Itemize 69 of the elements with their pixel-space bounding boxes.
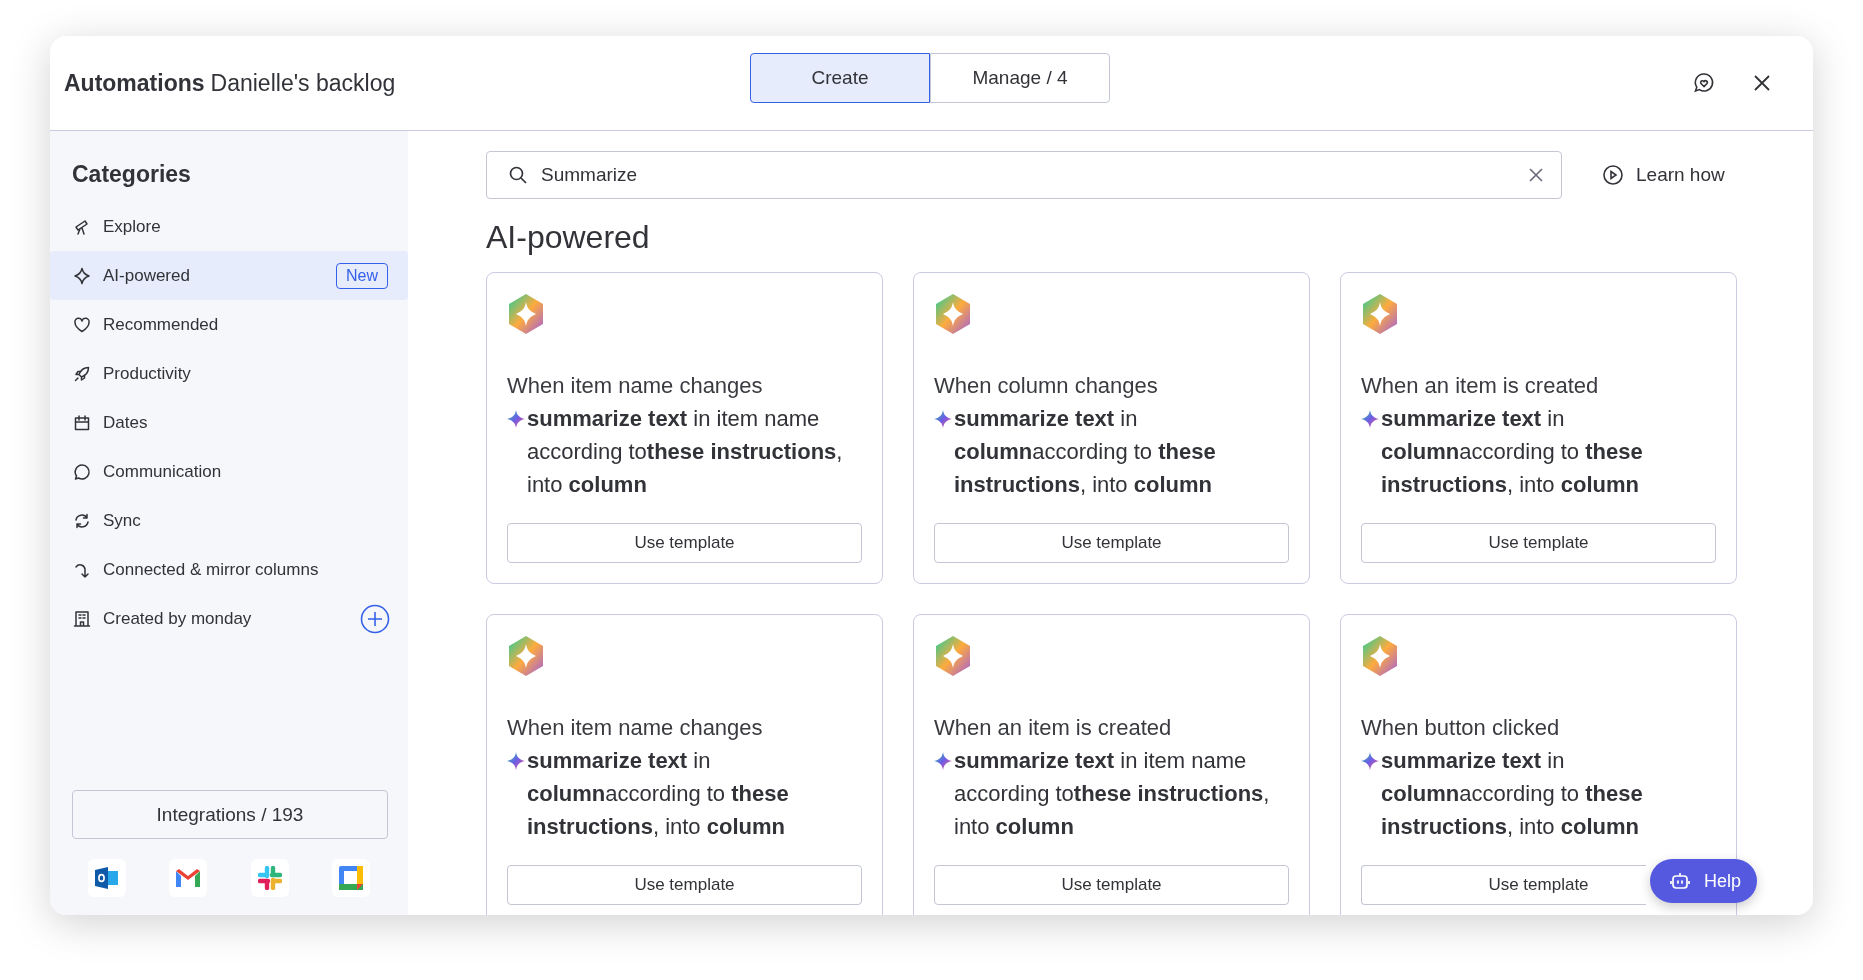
robot-icon [1669,872,1690,890]
chat-icon [73,462,91,481]
category-item[interactable]: Sync [50,496,408,545]
calendar-app-icon[interactable] [339,866,363,890]
trigger-text: When an item is created [934,714,1173,742]
action-text: summarize text in columnaccording to these instructions, into column [1381,405,1644,499]
help-button[interactable]: Help [1649,859,1757,903]
ai-sparkle-icon [934,752,952,770]
trigger-text: When an item is created [1361,372,1600,400]
ai-sparkle-icon [1361,410,1379,428]
ai-sparkle-icon [507,410,525,428]
tab[interactable]: Create [750,53,930,103]
trigger-text: When item name changes [507,372,764,400]
use-template-button[interactable]: Use template [507,523,862,563]
board-name: Danielle's backlog [210,69,396,97]
action-text: summarize text in columnaccording to these instructions, into column [954,405,1217,499]
action-text: summarize text in item name according tothese instructions, into column [527,405,844,499]
ai-sparkle-icon [507,752,525,770]
mail-app-icon[interactable] [95,867,119,889]
close-icon[interactable] [1753,74,1771,92]
tab[interactable]: Manage / 4 [930,53,1110,103]
trigger-text: When column changes [934,372,1159,400]
building-icon [73,609,91,628]
use-template-button[interactable]: Use template [934,865,1289,905]
use-template-button[interactable]: Use template [507,865,862,905]
chat-app-icon[interactable] [257,866,282,890]
integrations-button[interactable]: Integrations / 193 [72,790,388,839]
window-title: Automations [64,69,205,97]
sparkle-icon [73,266,91,285]
ai-sparkle-icon [507,635,545,677]
action-text: summarize text in columnaccording to these instructions, into column [1381,747,1644,841]
add-icon[interactable] [360,603,390,634]
use-template-button[interactable]: Use template [1361,523,1716,563]
ai-sparkle-icon [1361,635,1399,677]
trigger-text: When item name changes [507,714,764,742]
telescope-icon [73,217,91,236]
clear-icon[interactable] [1529,168,1543,182]
feedback-icon[interactable] [1693,72,1715,94]
rocket-icon [73,364,91,383]
heart-icon [73,315,91,334]
sidebar-heading: Categories [71,161,192,188]
search-field[interactable]: Summarize [486,151,1562,199]
ai-sparkle-icon [1361,293,1399,335]
play-icon [1602,164,1624,186]
trigger-text: When button clicked [1361,714,1561,742]
ai-sparkle-icon [507,293,545,335]
ai-sparkle-icon [934,293,972,335]
ai-sparkle-icon [934,635,972,677]
new-badge: New [336,262,388,289]
sync-icon [73,511,91,530]
category-item[interactable]: Created by monday [50,594,408,643]
category-item[interactable]: Productivity [50,349,408,398]
calendar-icon [73,413,91,432]
category-item[interactable]: Communication [50,447,408,496]
category-item[interactable]: Dates [50,398,408,447]
action-text: summarize text in item name according tothese instructions, into column [954,747,1271,841]
use-template-button[interactable]: Use template [1361,865,1646,905]
learn-how-link[interactable]: Learn how [1602,164,1725,186]
use-template-button[interactable]: Use template [934,523,1289,563]
ai-sparkle-icon [934,410,952,428]
section-title: AI-powered [486,219,651,256]
mail-app-icon[interactable] [176,869,201,887]
ai-sparkle-icon [1361,752,1379,770]
action-text: summarize text in columnaccording to these instructions, into column [527,747,790,841]
category-item[interactable]: Explore [50,202,408,251]
search-icon [508,165,528,185]
category-item[interactable]: Recommended [50,300,408,349]
category-item[interactable]: Connected & mirror columns [50,545,408,594]
category-item[interactable]: AI-powered New [50,251,408,300]
